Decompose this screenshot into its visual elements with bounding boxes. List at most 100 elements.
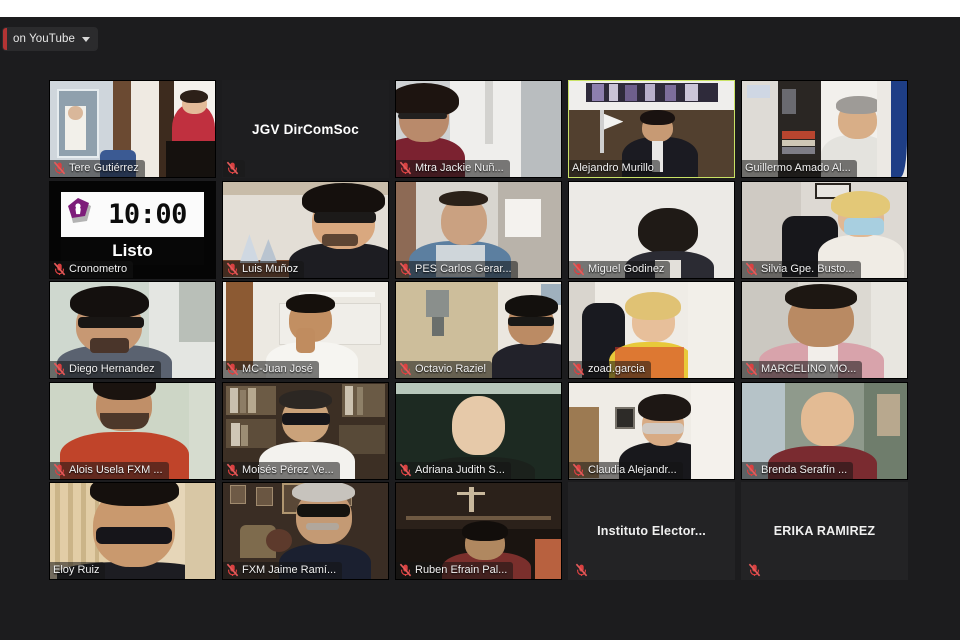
mic-muted-icon — [575, 563, 588, 577]
participant-tile[interactable]: PES Carlos Gerar... — [395, 180, 562, 279]
timer-time-value: 10:00 — [108, 198, 187, 230]
participant-tile[interactable]: MC-Juan José — [222, 281, 389, 379]
participant-namebar: Guillermo Amado Al... — [742, 160, 857, 177]
mic-muted-icon — [226, 362, 239, 376]
purple-emblem-icon — [65, 197, 95, 231]
mic-muted-icon — [399, 463, 412, 477]
participant-name: Alejandro Murillo — [572, 162, 654, 174]
participant-namebar: MARCELINO MO... — [742, 361, 863, 378]
participant-name: Ruben Efrain Pal... — [415, 564, 508, 576]
mic-muted-icon — [572, 463, 585, 477]
participant-tile[interactable]: Silvia Gpe. Busto... — [741, 180, 908, 279]
live-stream-label: on YouTube — [13, 33, 75, 45]
participant-tile[interactable]: Luis Muñoz — [222, 180, 389, 279]
participant-tile[interactable]: Miguel Godinez — [568, 180, 735, 279]
participant-name: Cronometro — [69, 262, 128, 275]
participant-tile-timer[interactable]: 10:00 Listo Cronometro — [49, 180, 216, 279]
participant-namebar: Mtra Jackie Nuñ... — [396, 160, 510, 177]
countdown-timer-card: 10:00 Listo — [61, 191, 204, 265]
participant-namebar: Alejandro Murillo — [569, 160, 660, 177]
participant-namebar — [223, 160, 245, 177]
mic-muted-icon — [745, 262, 758, 276]
participant-name: Tere Gutiérrez — [69, 162, 139, 174]
participant-tile[interactable]: Moisés Pérez Ve... — [222, 381, 389, 480]
participant-tile[interactable]: Octavio Raziel — [395, 281, 562, 379]
participant-namebar: Moisés Pérez Ve... — [223, 461, 340, 479]
participant-name: MC-Juan José — [242, 363, 313, 375]
participant-tile-active-speaker[interactable]: Alejandro Murillo — [568, 80, 735, 178]
participant-name: zoad.garcia — [588, 363, 645, 375]
timer-display: 10:00 — [61, 191, 204, 237]
mic-muted-icon — [399, 563, 412, 577]
participant-tile[interactable]: MARCELINO MO... — [741, 281, 908, 379]
mic-muted-icon — [745, 463, 758, 477]
participant-tile[interactable]: FXM Jaime Ramí... — [222, 482, 389, 580]
mic-muted-icon — [53, 262, 66, 276]
participant-name: Diego Hernandez — [69, 363, 155, 375]
participant-name: Luis Muñoz — [242, 262, 299, 275]
participant-name: Brenda Serafín ... — [761, 463, 848, 476]
mic-muted-icon — [572, 362, 585, 376]
participant-name: FXM Jaime Ramí... — [242, 564, 337, 576]
participant-tile[interactable]: Alois Usela FXM ... — [49, 381, 216, 480]
zoom-meeting-window: on YouTube Tere Gutiérrez JGV DirComSoc … — [0, 0, 960, 640]
participant-name: Moisés Pérez Ve... — [242, 463, 334, 476]
participant-namebar: Silvia Gpe. Busto... — [742, 260, 861, 278]
participant-name: Eloy Ruiz — [53, 564, 100, 576]
participant-namebar: Miguel Godinez — [569, 260, 671, 278]
mic-muted-icon — [226, 161, 239, 175]
mic-muted-icon — [572, 262, 585, 276]
screen-top-margin — [0, 0, 960, 17]
participant-tile[interactable]: JGV DirComSoc — [222, 80, 389, 178]
mic-muted-icon — [53, 463, 66, 477]
participant-namebar: Claudia Alejandr... — [569, 461, 683, 479]
participant-tile[interactable]: Tere Gutiérrez — [49, 80, 216, 178]
recording-indicator-icon — [3, 28, 7, 50]
participant-namebar: Brenda Serafín ... — [742, 461, 854, 479]
mic-muted-icon — [226, 563, 239, 577]
participant-namebar: zoad.garcia — [569, 361, 651, 378]
mic-muted-icon — [748, 563, 761, 577]
mic-muted-icon — [53, 161, 66, 175]
participant-namebar: MC-Juan José — [223, 361, 319, 378]
participant-display-name: Instituto Elector... — [597, 524, 706, 538]
mic-muted-icon — [53, 362, 66, 376]
participant-namebar: Tere Gutiérrez — [50, 160, 145, 177]
mic-muted-icon — [399, 161, 412, 175]
mic-muted-icon — [226, 262, 239, 276]
participant-namebar: Ruben Efrain Pal... — [396, 562, 514, 579]
live-stream-badge[interactable]: on YouTube — [3, 28, 97, 50]
participant-tile[interactable]: Claudia Alejandr... — [568, 381, 735, 480]
mic-muted-icon — [745, 362, 758, 376]
participant-namebar: Cronometro — [50, 260, 134, 278]
participant-namebar — [742, 562, 767, 579]
participant-namebar: Luis Muñoz — [223, 260, 305, 278]
participant-tile[interactable]: zoad.garcia — [568, 281, 735, 379]
participant-namebar: Octavio Raziel — [396, 361, 492, 378]
participant-tile[interactable]: Diego Hernandez — [49, 281, 216, 379]
participant-namebar: FXM Jaime Ramí... — [223, 562, 343, 579]
participant-name: Silvia Gpe. Busto... — [761, 262, 855, 275]
participant-name: Guillermo Amado Al... — [745, 162, 851, 174]
participant-namebar: Eloy Ruiz — [50, 562, 106, 579]
participant-gallery-grid: Tere Gutiérrez JGV DirComSoc Mtra Jackie… — [49, 80, 915, 580]
participant-tile[interactable]: Guillermo Amado Al... — [741, 80, 908, 178]
chevron-down-icon[interactable] — [81, 36, 90, 42]
participant-tile[interactable]: ERIKA RAMIREZ — [741, 482, 908, 580]
participant-name: Mtra Jackie Nuñ... — [415, 162, 504, 174]
participant-display-name: ERIKA RAMIREZ — [773, 524, 876, 538]
participant-name: MARCELINO MO... — [761, 363, 857, 375]
participant-namebar: Diego Hernandez — [50, 361, 161, 378]
participant-name: Alois Usela FXM ... — [69, 463, 163, 476]
participant-namebar: PES Carlos Gerar... — [396, 260, 518, 278]
participant-name: Miguel Godinez — [588, 262, 665, 275]
participant-tile[interactable]: Ruben Efrain Pal... — [395, 482, 562, 580]
mic-muted-icon — [226, 463, 239, 477]
participant-name: Adriana Judith S... — [415, 463, 505, 476]
participant-tile[interactable]: Mtra Jackie Nuñ... — [395, 80, 562, 178]
participant-namebar: Adriana Judith S... — [396, 461, 511, 479]
participant-tile[interactable]: Eloy Ruiz — [49, 482, 216, 580]
participant-tile[interactable]: Brenda Serafín ... — [741, 381, 908, 480]
participant-tile[interactable]: Adriana Judith S... — [395, 381, 562, 480]
participant-tile[interactable]: Instituto Elector... — [568, 482, 735, 580]
